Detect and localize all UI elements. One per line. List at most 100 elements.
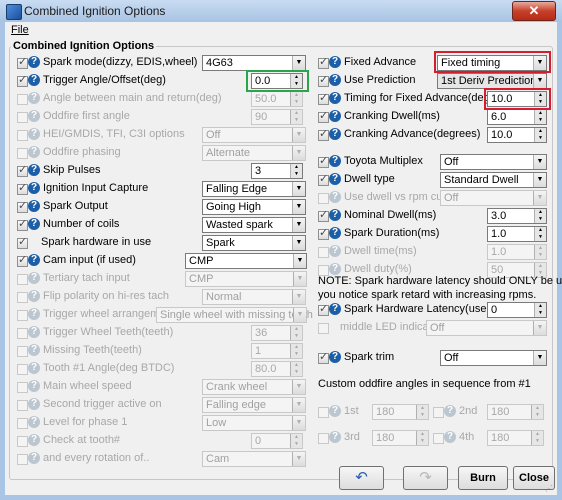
help-icon[interactable]: ? <box>28 362 40 374</box>
number-input[interactable]: 10.0 ▲ ▼ <box>487 127 547 143</box>
spin-down-icon[interactable]: ▼ <box>291 99 302 106</box>
chevron-down-icon[interactable]: ▼ <box>533 74 546 88</box>
help-icon[interactable]: ? <box>329 110 341 122</box>
spin-down-icon[interactable]: ▼ <box>532 412 543 419</box>
dropdown[interactable]: Wasted spark ▼ <box>202 217 306 233</box>
spin-down-icon[interactable]: ▼ <box>291 369 302 376</box>
chevron-down-icon[interactable]: ▼ <box>292 398 305 412</box>
chevron-down-icon[interactable]: ▼ <box>292 128 305 142</box>
spin-up-icon[interactable]: ▲ <box>532 431 543 438</box>
help-icon[interactable]: ? <box>28 74 40 86</box>
help-icon[interactable]: ? <box>329 405 341 417</box>
chevron-down-icon[interactable]: ▼ <box>533 321 546 335</box>
help-icon[interactable]: ? <box>28 308 40 320</box>
chevron-down-icon[interactable]: ▼ <box>293 272 306 286</box>
spin-down-icon[interactable]: ▼ <box>291 441 302 448</box>
chevron-down-icon[interactable]: ▼ <box>293 308 306 322</box>
chevron-down-icon[interactable]: ▼ <box>292 182 305 196</box>
spin-up-icon[interactable]: ▲ <box>291 110 302 117</box>
help-icon[interactable]: ? <box>329 227 341 239</box>
chevron-down-icon[interactable]: ▼ <box>292 56 305 70</box>
spin-up-icon[interactable]: ▲ <box>291 326 302 333</box>
help-icon[interactable]: ? <box>329 209 341 221</box>
spin-up-icon[interactable]: ▲ <box>291 362 302 369</box>
help-icon[interactable]: ? <box>444 405 456 417</box>
number-input[interactable]: 1.0 ▲ ▼ <box>487 226 547 242</box>
help-icon[interactable]: ? <box>28 182 40 194</box>
dropdown[interactable]: 1st Deriv Prediction ▼ <box>437 73 547 89</box>
dropdown[interactable]: Off ▼ <box>440 350 547 366</box>
help-icon[interactable]: ? <box>28 290 40 302</box>
help-icon[interactable]: ? <box>28 434 40 446</box>
spin-down-icon[interactable]: ▼ <box>291 333 302 340</box>
help-icon[interactable]: ? <box>329 155 341 167</box>
help-icon[interactable]: ? <box>28 344 40 356</box>
spin-up-icon[interactable]: ▲ <box>532 405 543 412</box>
help-icon[interactable]: ? <box>28 254 40 266</box>
help-icon[interactable]: ? <box>329 351 341 363</box>
help-icon[interactable]: ? <box>28 164 40 176</box>
spin-up-icon[interactable]: ▲ <box>535 303 546 310</box>
spin-up-icon[interactable]: ▲ <box>291 434 302 441</box>
help-icon[interactable]: ? <box>329 128 341 140</box>
help-icon[interactable]: ? <box>28 272 40 284</box>
spin-down-icon[interactable]: ▼ <box>417 438 428 445</box>
help-icon[interactable]: ? <box>28 92 40 104</box>
help-icon[interactable]: ? <box>329 303 341 315</box>
spin-up-icon[interactable]: ▲ <box>535 209 546 216</box>
chevron-down-icon[interactable]: ▼ <box>533 173 546 187</box>
dropdown[interactable]: Going High ▼ <box>202 199 306 215</box>
help-icon[interactable]: ? <box>28 146 40 158</box>
dropdown[interactable]: 4G63 ▼ <box>202 55 306 71</box>
dropdown[interactable]: Falling Edge ▼ <box>202 181 306 197</box>
help-icon[interactable]: ? <box>28 128 40 140</box>
chevron-down-icon[interactable]: ▼ <box>292 452 305 466</box>
spin-up-icon[interactable]: ▲ <box>417 405 428 412</box>
spin-down-icon[interactable]: ▼ <box>417 412 428 419</box>
spin-up-icon[interactable]: ▲ <box>535 128 546 135</box>
redo-button[interactable]: ↷ <box>403 466 448 490</box>
help-icon[interactable]: ? <box>28 218 40 230</box>
number-input[interactable]: 0 ▲ ▼ <box>487 302 547 318</box>
help-icon[interactable]: ? <box>329 92 341 104</box>
number-input[interactable]: 3.0 ▲ ▼ <box>487 208 547 224</box>
burn-button[interactable]: Burn <box>458 466 508 490</box>
spin-down-icon[interactable]: ▼ <box>535 234 546 241</box>
spin-down-icon[interactable]: ▼ <box>291 351 302 358</box>
help-icon[interactable]: ? <box>329 245 341 257</box>
chevron-down-icon[interactable]: ▼ <box>292 290 305 304</box>
dropdown[interactable]: Off ▼ <box>440 154 547 170</box>
spin-up-icon[interactable]: ▲ <box>291 92 302 99</box>
spin-up-icon[interactable]: ▲ <box>535 245 546 252</box>
spin-up-icon[interactable]: ▲ <box>291 344 302 351</box>
spin-down-icon[interactable]: ▼ <box>535 310 546 317</box>
dropdown[interactable]: Standard Dwell ▼ <box>440 172 547 188</box>
spin-down-icon[interactable]: ▼ <box>535 135 546 142</box>
help-icon[interactable]: ? <box>329 263 341 275</box>
chevron-down-icon[interactable]: ▼ <box>292 200 305 214</box>
help-icon[interactable]: ? <box>28 326 40 338</box>
menu-file[interactable]: File <box>11 24 29 36</box>
help-icon[interactable]: ? <box>329 56 341 68</box>
help-icon[interactable]: ? <box>28 56 40 68</box>
help-icon[interactable]: ? <box>28 200 40 212</box>
spin-down-icon[interactable]: ▼ <box>535 252 546 259</box>
help-icon[interactable]: ? <box>28 380 40 392</box>
help-icon[interactable]: ? <box>28 110 40 122</box>
resize-grip[interactable]: ⋰ <box>545 484 555 494</box>
help-icon[interactable]: ? <box>329 191 341 203</box>
help-icon[interactable]: ? <box>329 173 341 185</box>
help-icon[interactable]: ? <box>28 452 40 464</box>
help-icon[interactable]: ? <box>444 431 456 443</box>
spin-up-icon[interactable]: ▲ <box>535 263 546 270</box>
undo-button[interactable]: ↶ <box>339 466 384 490</box>
help-icon[interactable]: ? <box>329 431 341 443</box>
number-input[interactable]: 3 ▲ ▼ <box>251 163 303 179</box>
number-input[interactable]: 6.0 ▲ ▼ <box>487 109 547 125</box>
dropdown[interactable]: CMP ▼ <box>185 253 307 269</box>
spin-up-icon[interactable]: ▲ <box>535 227 546 234</box>
spin-down-icon[interactable]: ▼ <box>535 216 546 223</box>
chevron-down-icon[interactable]: ▼ <box>292 236 305 250</box>
spin-down-icon[interactable]: ▼ <box>291 171 302 178</box>
chevron-down-icon[interactable]: ▼ <box>292 218 305 232</box>
